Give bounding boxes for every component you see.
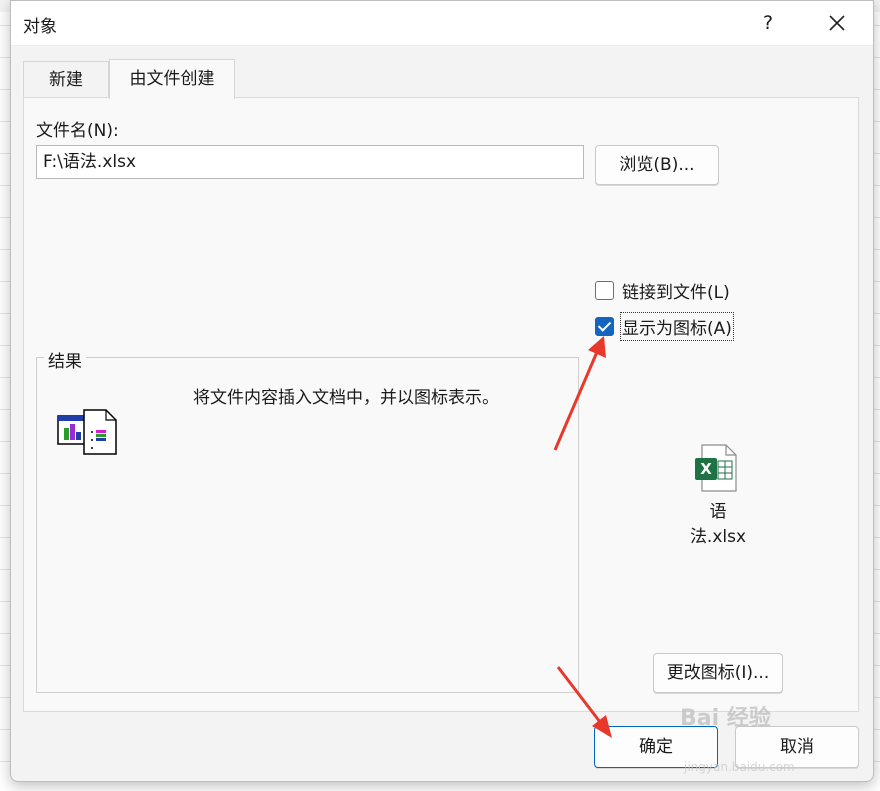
filename-label: 文件名(N): (36, 121, 119, 141)
display-as-icon-checkbox[interactable] (595, 316, 614, 336)
display-as-icon-option[interactable]: 显示为图标(A) (595, 311, 734, 341)
insert-icon-illustration (57, 409, 117, 455)
browse-button[interactable]: 浏览(B)... (595, 145, 719, 185)
watermark-url: jingyan.baidu.com (684, 760, 795, 774)
filename-input[interactable]: F:\语法.xlsx (36, 145, 584, 179)
help-button[interactable]: ? (751, 5, 785, 41)
svg-text:X: X (700, 460, 712, 478)
watermark: Bai 经验 (680, 706, 771, 731)
icon-caption: 语法.xlsx (689, 502, 747, 547)
object-dialog: 对象 ? 新建 由文件创建 文件名(N): F:\语法.xlsx 浏览(B)..… (10, 0, 874, 782)
tab-create-from-file[interactable]: 由文件创建 (109, 59, 235, 99)
display-as-icon-label: 显示为图标(A) (620, 311, 734, 341)
close-button[interactable] (817, 5, 857, 41)
result-legend: 结果 (44, 347, 86, 372)
excel-file-icon: X (695, 444, 737, 492)
link-to-file-checkbox[interactable] (595, 280, 614, 300)
link-to-file-label: 链接到文件(L) (622, 282, 730, 303)
close-icon (829, 15, 845, 31)
result-description: 将文件内容插入文档中，并以图标表示。 (193, 388, 499, 408)
tab-new[interactable]: 新建 (23, 61, 109, 98)
dialog-title: 对象 (23, 17, 57, 37)
change-icon-button[interactable]: 更改图标(I)... (653, 653, 783, 693)
dialog-titlebar: 对象 ? (11, 1, 873, 46)
link-to-file-option[interactable]: 链接到文件(L) (595, 277, 730, 303)
